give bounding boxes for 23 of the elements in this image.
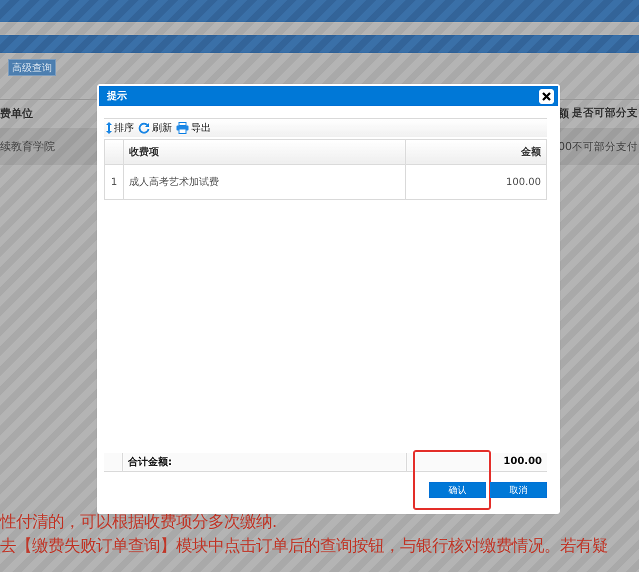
toolbar-button[interactable]: 排序 [104, 121, 134, 135]
confirm-button[interactable]: 确认 [429, 482, 486, 498]
column-header: 费单位 [0, 106, 33, 120]
total-label: 合计金额: [123, 452, 407, 470]
refresh-icon [138, 122, 150, 134]
toolbar-button[interactable]: 刷新 [136, 121, 172, 135]
close-icon [542, 92, 551, 100]
table-cell: 成人高考艺术加试费 [124, 165, 406, 199]
table-cell: 续教育学院 [0, 139, 55, 154]
toolbar-button[interactable]: 导出 [174, 121, 211, 135]
sort-icon [106, 122, 112, 134]
printer-icon [176, 122, 189, 134]
column-header: 金额 [520, 145, 542, 160]
close-button[interactable] [539, 88, 554, 104]
total-amount: 100.00 [502, 455, 543, 469]
column-header: 是否可部分支 [572, 106, 638, 120]
dialog-title: 提示 [107, 90, 127, 103]
notice-text: 去【缴费失败订单查询】模块中点击订单后的查询按钮，与银行核对缴费情况。若有疑 [0, 535, 609, 557]
column-header: 收费项 [124, 140, 406, 164]
table-cell: 不可部分支付 [572, 140, 638, 154]
row-number: 1 [105, 165, 124, 199]
cancel-button[interactable]: 取消 [490, 482, 547, 498]
table-cell-text: 100.00 [505, 176, 542, 190]
